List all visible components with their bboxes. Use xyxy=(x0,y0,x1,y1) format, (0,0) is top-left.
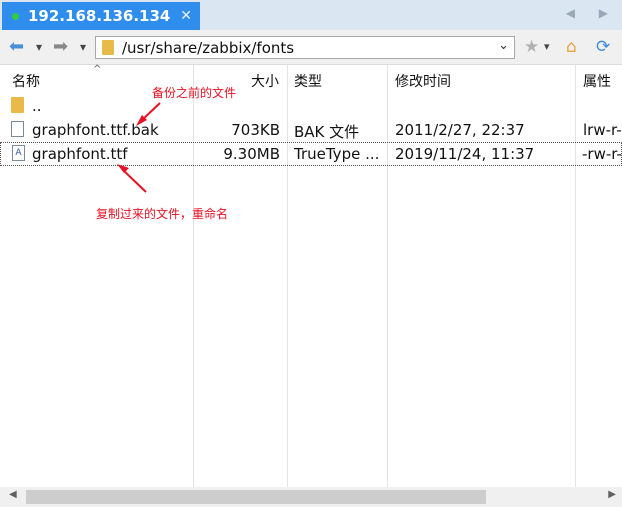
horizontal-scrollbar[interactable]: ◀ ▶ xyxy=(0,487,622,507)
scroll-right-icon[interactable]: ▶ xyxy=(608,489,616,500)
annotation-arrows xyxy=(117,102,161,193)
annotation-arrow-backup xyxy=(136,102,161,126)
scroll-left-icon[interactable]: ◀ xyxy=(9,489,17,500)
annotation-arrow-copied xyxy=(117,164,147,193)
scrollbar-thumb[interactable] xyxy=(26,490,486,504)
